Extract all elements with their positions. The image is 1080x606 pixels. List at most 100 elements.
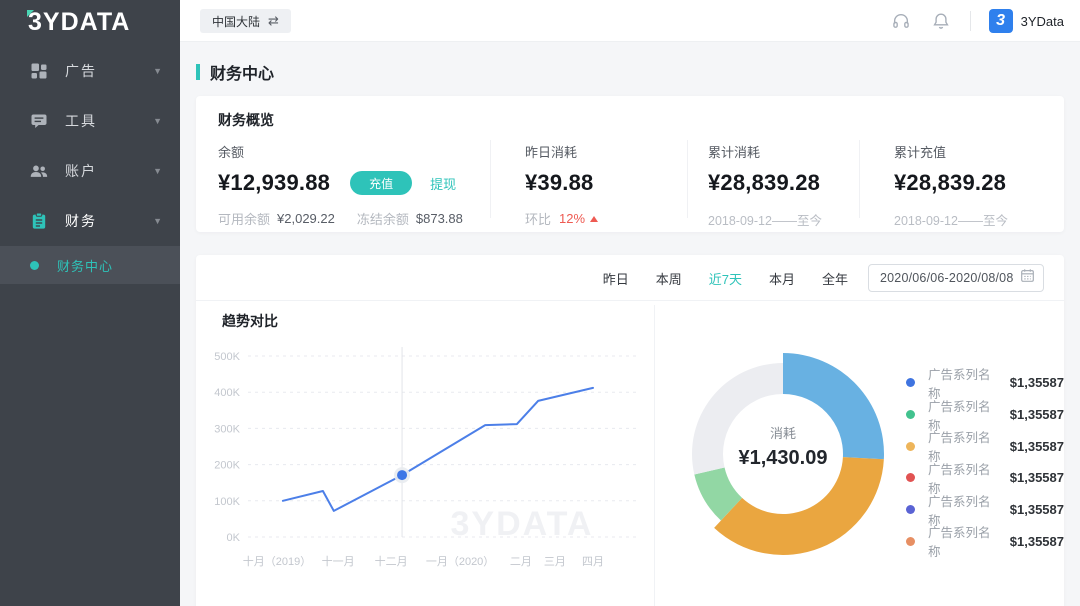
date-range-input[interactable]: 2020/06/06-2020/08/08 <box>868 264 1044 292</box>
frozen-balance-label: 冻结余额 <box>357 209 409 228</box>
finance-overview-card: 财务概览 余额 ¥12,939.88 充值 提现 可用余额 ¥2,029.22 … <box>196 96 1064 232</box>
page-title: 财务中心 <box>210 60 274 84</box>
sidebar-item-finance-center[interactable]: 财务中心 <box>0 246 180 284</box>
brand-name: 3YData <box>1021 14 1064 29</box>
filter-option[interactable]: 本月 <box>769 269 795 288</box>
legend-dot-icon <box>906 473 915 482</box>
legend-item[interactable]: 广告系列名称$1,35587 <box>906 462 1064 494</box>
legend-label: 广告系列名称 <box>928 522 1000 560</box>
legend-dot-icon <box>906 537 915 546</box>
legend-dot-icon <box>906 378 915 387</box>
withdraw-link[interactable]: 提现 <box>430 174 456 193</box>
svg-text:四月: 四月 <box>582 556 604 568</box>
swap-icon: ⇄ <box>268 13 279 29</box>
chevron-down-icon: ▼ <box>153 216 162 226</box>
clipboard-icon <box>30 212 48 230</box>
page-header: 财务中心 <box>196 60 274 84</box>
legend-dot-icon <box>906 442 915 451</box>
divider <box>970 11 971 31</box>
ratio-value: 12% <box>559 211 585 226</box>
legend-value: $1,35587 <box>1010 375 1064 390</box>
svg-text:100K: 100K <box>214 496 240 508</box>
dashboard-icon <box>30 62 48 80</box>
chevron-down-icon: ▼ <box>153 66 162 76</box>
date-filters: 昨日 本周 近7天 本月 全年 <box>603 255 848 301</box>
brand: 3 3YData <box>989 9 1064 33</box>
balance-label: 余额 <box>218 142 490 161</box>
legend-item[interactable]: 广告系列名称$1,35587 <box>906 430 1064 462</box>
legend-item[interactable]: 广告系列名称$1,35587 <box>906 399 1064 431</box>
total-spend-column: 累计消耗 ¥28,839.28 2018-09-12——至今 <box>687 140 859 218</box>
total-recharge-label: 累计充值 <box>894 142 1064 161</box>
chat-icon <box>30 112 48 130</box>
calendar-icon <box>1020 268 1035 288</box>
yesterday-spend-value: ¥39.88 <box>525 170 594 196</box>
sidebar-item-account[interactable]: 账户 ▼ <box>0 146 180 196</box>
filter-option[interactable]: 本周 <box>656 269 682 288</box>
headset-icon[interactable] <box>890 10 912 32</box>
total-spend-period: 2018-09-12——至今 <box>708 210 859 229</box>
legend-dot-icon <box>906 410 915 419</box>
svg-text:十月（2019）: 十月（2019） <box>243 554 311 568</box>
yesterday-spend-label: 昨日消耗 <box>525 142 687 161</box>
svg-text:400K: 400K <box>214 387 240 399</box>
svg-text:十一月: 十一月 <box>322 554 355 568</box>
frozen-balance-value: $873.88 <box>416 211 463 226</box>
sidebar: 3YDATA 广告 ▼ 工具 ▼ 账户 ▼ 财务 <box>0 0 180 606</box>
main-content: 财务中心 财务概览 余额 ¥12,939.88 充值 提现 可用余额 ¥2,02… <box>180 42 1080 606</box>
sidebar-item-finance[interactable]: 财务 ▼ <box>0 196 180 246</box>
region-selector[interactable]: 中国大陆 ⇄ <box>200 9 291 33</box>
legend-item[interactable]: 广告系列名称$1,35587 <box>906 525 1064 557</box>
sidebar-item-ads[interactable]: 广告 ▼ <box>0 46 180 96</box>
title-accent-bar <box>196 64 200 80</box>
balance-column: 余额 ¥12,939.88 充值 提现 可用余额 ¥2,029.22 冻结余额 … <box>218 140 490 218</box>
total-spend-value: ¥28,839.28 <box>708 170 820 196</box>
filter-option[interactable]: 全年 <box>822 269 848 288</box>
users-icon <box>30 162 48 180</box>
sidebar-item-tools[interactable]: 工具 ▼ <box>0 96 180 146</box>
svg-text:500K: 500K <box>214 351 240 363</box>
spend-donut-chart[interactable]: 消耗 ¥1,430.09 <box>668 339 898 569</box>
app-logo: 3YDATA <box>28 8 130 37</box>
chevron-down-icon: ▼ <box>153 166 162 176</box>
chart-card-header: 昨日 本周 近7天 本月 全年 2020/06/06-2020/08/08 <box>196 255 1064 301</box>
svg-text:200K: 200K <box>214 460 240 472</box>
svg-text:0K: 0K <box>227 532 241 544</box>
donut-segment-orange <box>714 457 884 555</box>
filter-option[interactable]: 昨日 <box>603 269 629 288</box>
legend-value: $1,35587 <box>1010 407 1064 422</box>
svg-text:三月: 三月 <box>544 556 566 568</box>
active-dot-icon <box>30 261 39 270</box>
sidebar-item-label: 工具 <box>65 111 97 131</box>
trend-card: 昨日本周近7天本月全年 2020/06/06-2020/08/08 趋势对比 3… <box>196 255 1064 606</box>
recharge-button[interactable]: 充值 <box>350 171 412 195</box>
sidebar-subitem-label: 财务中心 <box>57 256 113 275</box>
divider <box>654 305 655 606</box>
bell-icon[interactable] <box>930 10 952 32</box>
legend-value: $1,35587 <box>1010 470 1064 485</box>
donut-segment-gray <box>692 363 783 474</box>
legend-item[interactable]: 广告系列名称$1,35587 <box>906 367 1064 399</box>
svg-text:二月: 二月 <box>510 556 532 568</box>
donut-segment-blue <box>783 353 884 459</box>
donut-legend: 广告系列名称$1,35587广告系列名称$1,35587广告系列名称$1,355… <box>906 367 1064 557</box>
sidebar-item-label: 财务 <box>65 211 97 231</box>
legend-item[interactable]: 广告系列名称$1,35587 <box>906 494 1064 526</box>
sidebar-item-label: 账户 <box>65 161 97 181</box>
app-logo-rest: YDATA <box>43 8 130 36</box>
svg-text:十二月: 十二月 <box>375 554 408 568</box>
sidebar-item-label: 广告 <box>65 61 97 81</box>
trend-line-chart[interactable]: 3YDATA0K100K200K300K400K500K十月（2019）十一月十… <box>212 339 652 589</box>
chevron-down-icon: ▼ <box>153 116 162 126</box>
available-balance-value: ¥2,029.22 <box>277 211 335 226</box>
yesterday-spend-column: 昨日消耗 ¥39.88 环比 12% <box>490 140 687 218</box>
trend-chart-title: 趋势对比 <box>222 311 278 331</box>
total-recharge-value: ¥28,839.28 <box>894 170 1006 196</box>
date-range-value: 2020/06/06-2020/08/08 <box>880 271 1020 285</box>
balance-value: ¥12,939.88 <box>218 170 330 196</box>
legend-dot-icon <box>906 505 915 514</box>
available-balance-label: 可用余额 <box>218 209 270 228</box>
topbar: 中国大陆 ⇄ 3 3YData <box>180 0 1080 42</box>
legend-value: $1,35587 <box>1010 439 1064 454</box>
filter-option[interactable]: 近7天 <box>709 269 742 288</box>
